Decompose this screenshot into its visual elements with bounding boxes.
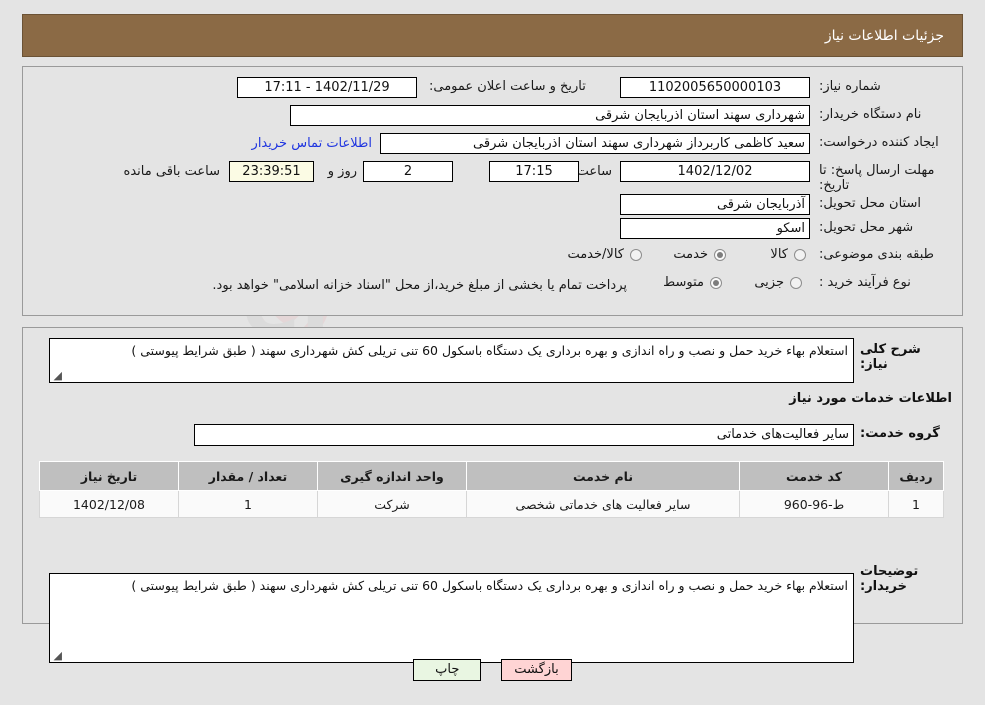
need-number-value: 1102005650000103 [620, 77, 810, 98]
remaining-days-label: روز و [327, 164, 357, 179]
radio-option-motevasset[interactable]: متوسط [663, 275, 722, 290]
remaining-days-value: 2 [363, 161, 453, 182]
buyer-notes-label: توضیحات خریدار: [860, 564, 919, 594]
radio-icon-kala[interactable] [794, 248, 806, 261]
column-header-index: ردیف [888, 461, 944, 491]
public-announce-label: تاریخ و ساعت اعلان عمومی: [429, 79, 586, 94]
services-table-wrapper: ردیف کد خدمت نام خدمت واحد اندازه گیری ت… [39, 461, 944, 518]
radio-option-jozei[interactable]: جزیی [754, 275, 802, 290]
need-info-panel: شماره نیاز: 1102005650000103 تاریخ و ساع… [22, 66, 963, 316]
radio-label-motevasset: متوسط [663, 275, 704, 290]
page-header-bar: جزئیات اطلاعات نیاز [22, 14, 963, 57]
deadline-label: مهلت ارسال پاسخ: تا تاریخ: [819, 163, 935, 193]
city-label: شهر محل تحویل: [819, 220, 914, 235]
radio-icon-motevasset[interactable] [710, 276, 722, 289]
column-header-unit: واحد اندازه گیری [317, 461, 467, 491]
buyer-notes-text: استعلام بهاء خرید حمل و نصب و راه اندازی… [131, 578, 848, 593]
radio-label-jozei: جزیی [754, 275, 784, 290]
radio-option-kala-khedmat[interactable]: کالا/خدمت [567, 247, 642, 262]
payment-note: پرداخت تمام یا بخشی از مبلغ خرید،از محل … [212, 278, 627, 293]
table-header-row: ردیف کد خدمت نام خدمت واحد اندازه گیری ت… [39, 461, 944, 491]
radio-label-khedmat: خدمت [673, 247, 708, 262]
deadline-date-value: 1402/12/02 [620, 161, 810, 182]
footer-actions: بازگشت چاپ [0, 659, 985, 681]
radio-icon-kala-khedmat[interactable] [630, 248, 642, 261]
summary-textarea[interactable]: استعلام بهاء خرید حمل و نصب و راه اندازی… [49, 338, 854, 383]
print-button[interactable]: چاپ [413, 659, 482, 681]
countdown-timer: 23:39:51 [229, 161, 314, 182]
buyer-contact-link[interactable]: اطلاعات تماس خریدار [252, 133, 372, 154]
back-button[interactable]: بازگشت [501, 659, 572, 681]
cell-index: 1 [888, 490, 944, 518]
city-value: اسکو [620, 218, 810, 239]
summary-label: شرح کلی نیاز: [860, 342, 921, 372]
remaining-time-label: ساعت باقی مانده [123, 164, 220, 179]
cell-date: 1402/12/08 [39, 490, 179, 518]
radio-option-khedmat[interactable]: خدمت [673, 247, 726, 262]
creator-value: سعید کاظمی کاربرداز شهرداری سهند استان ا… [380, 133, 810, 154]
province-label: استان محل تحویل: [819, 196, 921, 211]
summary-text: استعلام بهاء خرید حمل و نصب و راه اندازی… [131, 343, 848, 358]
radio-option-kala[interactable]: کالا [770, 247, 806, 262]
deadline-hour-label: ساعت [576, 164, 612, 179]
radio-icon-jozei[interactable] [790, 276, 802, 289]
service-group-label: گروه خدمت: [860, 426, 940, 441]
need-number-label: شماره نیاز: [819, 79, 881, 94]
cell-unit: شرکت [317, 490, 467, 518]
public-announce-value: 1402/11/29 - 17:11 [237, 77, 417, 98]
services-section-title: اطلاعات خدمات مورد نیاز [789, 391, 952, 406]
radio-icon-khedmat[interactable] [714, 248, 726, 261]
column-header-name: نام خدمت [466, 461, 740, 491]
resize-grip-icon[interactable]: ◢ [52, 370, 62, 381]
cell-code: ط-96-960 [739, 490, 889, 518]
cell-qty: 1 [178, 490, 318, 518]
cell-name: سایر فعالیت های خدماتی شخصی [466, 490, 740, 518]
category-label: طبقه بندی موضوعی: [819, 247, 935, 262]
column-header-date: تاریخ نیاز [39, 461, 179, 491]
radio-label-kala-khedmat: کالا/خدمت [567, 247, 624, 262]
need-details-panel: شرح کلی نیاز: استعلام بهاء خرید حمل و نص… [22, 327, 963, 663]
deadline-hour-value: 17:15 [489, 161, 579, 182]
province-value: آذربایجان شرقی [620, 194, 810, 215]
column-header-qty: تعداد / مقدار [178, 461, 318, 491]
buyer-org-value: شهرداری سهند استان اذربایجان شرقی [290, 105, 810, 126]
buyer-org-label: نام دستگاه خریدار: [819, 107, 922, 122]
service-group-value: سایر فعالیت‌های خدماتی [194, 424, 854, 446]
creator-label: ایجاد کننده درخواست: [819, 135, 939, 150]
table-row[interactable]: 1 ط-96-960 سایر فعالیت های خدماتی شخصی ش… [39, 490, 944, 518]
page-title: جزئیات اطلاعات نیاز [824, 27, 944, 44]
buyer-notes-textarea[interactable]: استعلام بهاء خرید حمل و نصب و راه اندازی… [49, 573, 854, 663]
process-label: نوع فرآیند خرید : [819, 275, 911, 290]
radio-label-kala: کالا [770, 247, 788, 262]
services-table: ردیف کد خدمت نام خدمت واحد اندازه گیری ت… [39, 461, 944, 518]
column-header-code: کد خدمت [739, 461, 889, 491]
